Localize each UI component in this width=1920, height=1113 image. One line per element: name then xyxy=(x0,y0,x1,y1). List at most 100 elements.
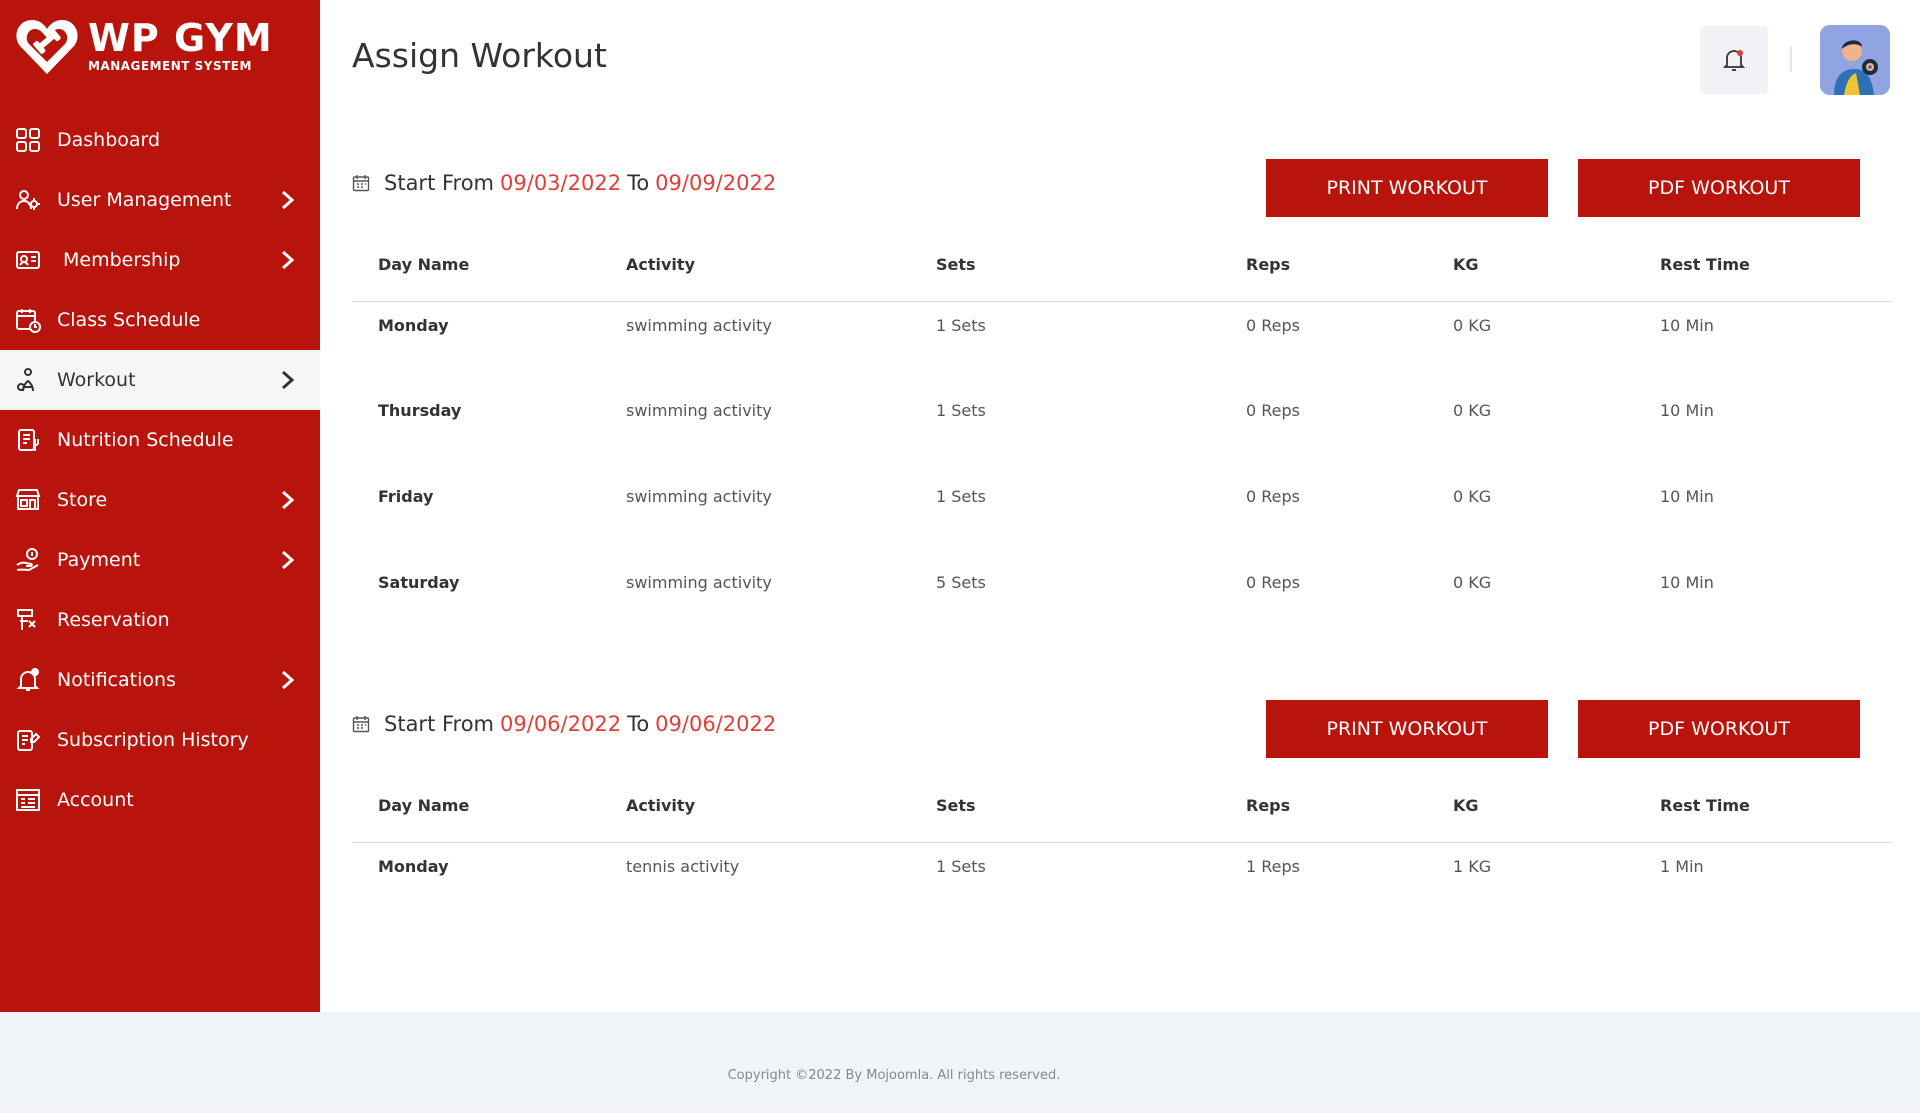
kg-cell: 1 KG xyxy=(1453,856,1492,876)
column-header: Sets xyxy=(910,229,1220,302)
copyright-text: Copyright ©2022 By Mojoomla. All rights … xyxy=(727,1068,1061,1083)
rest-time-cell: 1 Min xyxy=(1660,856,1704,876)
chevron-right-icon xyxy=(282,190,295,210)
rest-time-cell: 10 Min xyxy=(1660,487,1714,506)
pdf-workout-button[interactable]: PDF WORKOUT xyxy=(1578,700,1860,758)
sidebar-item-label: Payment xyxy=(57,549,141,571)
sidebar-item-account[interactable]: Account xyxy=(0,770,320,830)
reps-cell: 0 Reps xyxy=(1246,401,1300,420)
workout-table: Day Name Activity Sets Reps KG Rest Time… xyxy=(352,229,1892,645)
sidebar-item-payment[interactable]: Payment xyxy=(0,530,320,590)
sidebar-item-label: Workout xyxy=(57,369,136,391)
footer: Copyright ©2022 By Mojoomla. All rights … xyxy=(0,1012,1920,1113)
to-label: To xyxy=(627,712,650,736)
start-from-label: Start From xyxy=(384,712,495,736)
sidebar-item-label: Nutrition Schedule xyxy=(57,429,234,451)
sidebar-item-reservation[interactable]: Reservation xyxy=(0,590,320,650)
sidebar-nav: Dashboard User Management Membership Cla… xyxy=(0,110,320,830)
column-header: KG xyxy=(1427,770,1634,843)
sidebar-item-label: Store xyxy=(57,489,108,511)
column-header: Rest Time xyxy=(1634,770,1892,843)
date-range: Start From 09/03/2022 To 09/09/2022 xyxy=(352,171,776,195)
sidebar-item-subscription-history[interactable]: Subscription History xyxy=(0,710,320,770)
column-header: Reps xyxy=(1220,770,1427,843)
users-gear-icon xyxy=(14,186,42,214)
sidebar-item-label: Notifications xyxy=(57,669,176,691)
nutrition-icon xyxy=(14,426,42,454)
sidebar: WP GYM MANAGEMENT SYSTEM Dashboard User … xyxy=(0,0,320,1012)
table-row: Monday swimming activity 1 Sets 0 Reps 0… xyxy=(352,301,1892,387)
column-header: Reps xyxy=(1220,229,1427,302)
sets-cell: 1 Sets xyxy=(936,487,986,506)
activity-cell: swimming activity xyxy=(626,573,772,592)
print-workout-button[interactable]: PRINT WORKOUT xyxy=(1266,700,1548,758)
reps-cell: 0 Reps xyxy=(1246,487,1300,506)
sidebar-item-label: User Management xyxy=(57,189,232,211)
sidebar-item-label: Reservation xyxy=(57,609,170,631)
calendar-icon xyxy=(352,175,370,192)
sidebar-item-class-schedule[interactable]: Class Schedule xyxy=(0,290,320,350)
avatar[interactable] xyxy=(1820,25,1890,95)
sidebar-item-dashboard[interactable]: Dashboard xyxy=(0,110,320,170)
account-icon xyxy=(14,786,42,814)
sidebar-item-membership[interactable]: Membership xyxy=(0,230,320,290)
sidebar-item-notifications[interactable]: Notifications xyxy=(0,650,320,710)
column-header: KG xyxy=(1427,229,1634,302)
column-header: Day Name xyxy=(352,770,600,843)
sidebar-item-label: Dashboard xyxy=(57,129,161,151)
sidebar-item-label: Account xyxy=(57,789,134,811)
kg-cell: 0 KG xyxy=(1453,315,1492,335)
sidebar-item-label: Class Schedule xyxy=(57,309,201,331)
activity-cell: swimming activity xyxy=(626,401,772,420)
workout-icon xyxy=(14,366,42,394)
column-header: Day Name xyxy=(352,229,600,302)
sidebar-item-label: Subscription History xyxy=(57,729,249,751)
reps-cell: 1 Reps xyxy=(1246,856,1300,876)
rest-time-cell: 10 Min xyxy=(1660,573,1714,592)
table-row: Saturday swimming activity 5 Sets 0 Reps… xyxy=(352,559,1892,645)
subscription-history-icon xyxy=(14,726,42,754)
table-row: Thursday swimming activity 1 Sets 0 Reps… xyxy=(352,387,1892,473)
table-row: Friday swimming activity 1 Sets 0 Reps 0… xyxy=(352,473,1892,559)
calendar-icon xyxy=(352,716,370,733)
sidebar-item-nutrition-schedule[interactable]: Nutrition Schedule xyxy=(0,410,320,470)
table-header-row: Day Name Activity Sets Reps KG Rest Time xyxy=(352,229,1892,302)
kg-cell: 0 KG xyxy=(1453,401,1492,420)
sidebar-item-user-management[interactable]: User Management xyxy=(0,170,320,230)
rest-time-cell: 10 Min xyxy=(1660,315,1714,335)
sets-cell: 1 Sets xyxy=(936,315,986,335)
activity-cell: tennis activity xyxy=(626,856,740,876)
brand-logo[interactable]: WP GYM MANAGEMENT SYSTEM xyxy=(14,14,273,78)
date-range: Start From 09/06/2022 To 09/06/2022 xyxy=(352,712,776,736)
sets-cell: 1 Sets xyxy=(936,856,986,876)
start-date: 09/06/2022 xyxy=(500,712,622,736)
sidebar-item-store[interactable]: Store xyxy=(0,470,320,530)
reservation-icon xyxy=(14,606,42,634)
notification-button[interactable] xyxy=(1700,26,1768,94)
kg-cell: 0 KG xyxy=(1453,573,1492,592)
activity-cell: swimming activity xyxy=(626,315,772,335)
day-name-cell: Monday xyxy=(378,315,449,335)
column-header: Activity xyxy=(600,229,910,302)
heart-dumbbell-logo-icon xyxy=(16,20,78,74)
start-from-label: Start From xyxy=(384,171,495,195)
start-date: 09/03/2022 xyxy=(500,171,622,195)
main-content: Assign Workout Start From 09/03/2022 To … xyxy=(320,0,1920,1012)
payment-icon xyxy=(14,546,42,574)
day-name-cell: Friday xyxy=(378,487,434,506)
to-label: To xyxy=(627,171,650,195)
pdf-workout-button[interactable]: PDF WORKOUT xyxy=(1578,159,1860,217)
print-workout-button[interactable]: PRINT WORKOUT xyxy=(1266,159,1548,217)
header-divider xyxy=(1790,46,1792,72)
sidebar-item-workout[interactable]: Workout xyxy=(0,350,320,410)
day-name-cell: Thursday xyxy=(378,401,462,420)
chevron-right-icon xyxy=(282,670,295,690)
dashboard-grid-icon xyxy=(14,126,42,154)
column-header: Rest Time xyxy=(1634,229,1892,302)
activity-cell: swimming activity xyxy=(626,487,772,506)
column-header: Sets xyxy=(910,770,1220,843)
page-title: Assign Workout xyxy=(352,36,607,75)
sets-cell: 5 Sets xyxy=(936,573,986,592)
table-row: Monday tennis activity 1 Sets 1 Reps 1 K… xyxy=(352,842,1892,928)
chevron-right-icon xyxy=(282,250,295,270)
